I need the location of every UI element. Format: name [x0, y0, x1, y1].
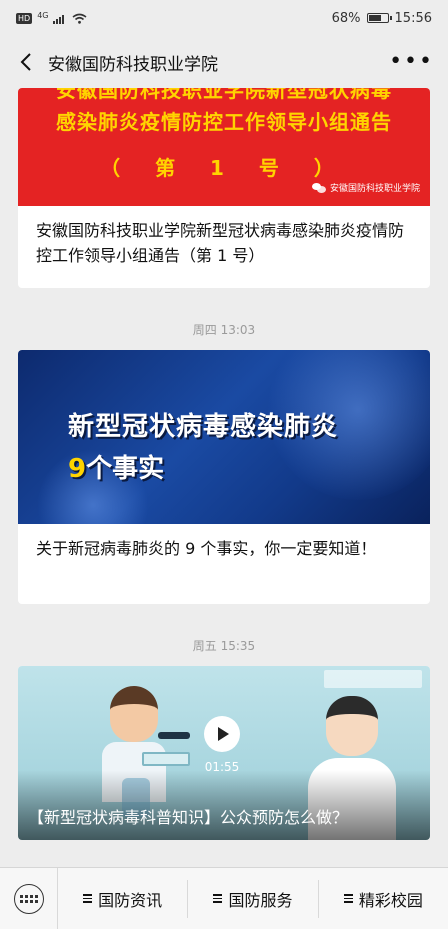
tv-channel-logo [324, 670, 422, 688]
menu-item-label: 国防资讯 [98, 890, 163, 910]
wechat-icon [311, 182, 326, 193]
cover-subheadline: 9个事实 [68, 448, 164, 485]
article-cover-image: 新型冠状病毒感染肺炎 9个事实 [18, 350, 430, 524]
article-cover-image: 安徽国防科技职业学院新型冠状病毒 感染肺炎疫情防控工作领导小组通告 （ 第 1 … [18, 88, 430, 206]
banner-line-3: （ 第 1 号 ） [100, 156, 348, 180]
menu-item-label: 国防服务 [228, 890, 293, 910]
article-title: 安徽国防科技职业学院新型冠状病毒感染肺炎疫情防控工作领导小组通告（第 1 号） [36, 221, 405, 265]
status-bar: HD 4G 68% 15:56 [0, 0, 448, 36]
article-card-2[interactable]: 新型冠状病毒感染肺炎 9个事实 关于新冠病毒肺炎的 9 个事实，你一定要知道！ [18, 350, 430, 604]
cover-watermark: 安徽国防科技职业学院 [311, 181, 420, 194]
cover-subheadline-rest: 个事实 [86, 454, 165, 484]
status-left: HD 4G [16, 11, 87, 26]
wifi-icon [72, 13, 87, 24]
chevron-left-icon [20, 53, 31, 71]
network-type: 4G [37, 10, 49, 20]
play-button[interactable] [204, 716, 240, 752]
signal-icon [53, 14, 65, 24]
nav-bar: 安徽国防科技职业学院 ••• [0, 36, 448, 88]
keyboard-icon [13, 883, 44, 914]
video-card[interactable]: 01:55 【新型冠状病毒科普知识】公众预防怎么做？ [18, 666, 430, 840]
article-card-1[interactable]: 安徽国防科技职业学院新型冠状病毒 感染肺炎疫情防控工作领导小组通告 （ 第 1 … [18, 88, 430, 288]
banner-line-1: 安徽国防科技职业学院新型冠状病毒 [56, 88, 392, 102]
battery-fill [368, 15, 381, 21]
message-time: 周五 15:35 [192, 639, 256, 653]
watermark-text: 安徽国防科技职业学院 [329, 184, 420, 194]
play-icon [218, 727, 229, 741]
cartoon-doctor-head [326, 696, 378, 756]
menu-lines-icon [83, 894, 93, 903]
page-title: 安徽国防科技职业学院 [48, 54, 218, 75]
bottom-menu: 国防资讯 国防服务 精彩校园 [0, 867, 448, 929]
menu-lines-icon [213, 894, 223, 903]
menu-item-label: 精彩校园 [358, 890, 423, 910]
menu-item-campus[interactable]: 精彩校园 [319, 880, 448, 918]
banner-line-2: 感染肺炎疫情防控工作领导小组通告 [56, 110, 392, 134]
clock: 15:56 [394, 10, 432, 26]
back-button[interactable] [14, 50, 38, 74]
more-button[interactable]: ••• [389, 51, 434, 73]
status-right: 68% 15:56 [332, 11, 432, 26]
video-cover: 01:55 【新型冠状病毒科普知识】公众预防怎么做？ [18, 666, 430, 840]
video-title: 【新型冠状病毒科普知识】公众预防怎么做？ [28, 808, 349, 827]
message-time: 周四 13:03 [192, 323, 256, 337]
menu-lines-icon [343, 894, 353, 903]
faucet-illustration [158, 732, 190, 739]
cover-headline: 新型冠状病毒感染肺炎 [68, 412, 339, 442]
article-title: 关于新冠病毒肺炎的 9 个事实，你一定要知道！ [36, 539, 377, 558]
menu-item-guofang-service[interactable]: 国防服务 [188, 879, 319, 918]
more-dots-icon: ••• [389, 49, 434, 74]
menu-item-guofang-news[interactable]: 国防资讯 [58, 879, 189, 918]
cartoon-person-head [110, 686, 158, 742]
video-duration: 01:55 [204, 760, 240, 774]
cover-number: 9 [68, 454, 87, 484]
keyboard-toggle-button[interactable] [0, 868, 58, 929]
battery-percent: 68% [331, 10, 361, 26]
battery-icon [366, 13, 392, 23]
hd-icon: HD [16, 12, 33, 24]
